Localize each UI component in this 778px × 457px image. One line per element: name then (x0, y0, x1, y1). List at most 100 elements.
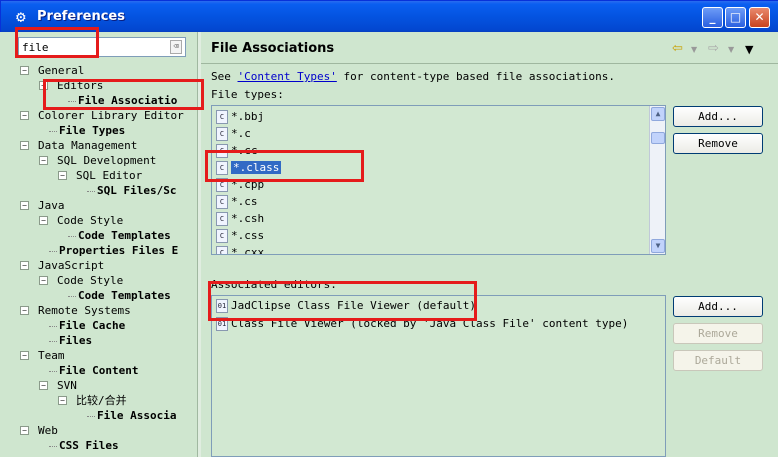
tree-collapse-icon[interactable]: − (20, 141, 29, 150)
tree-collapse-icon[interactable]: − (39, 216, 48, 225)
tree-connector (49, 251, 57, 252)
tree-collapse-icon[interactable]: − (39, 381, 48, 390)
tree-collapse-icon[interactable]: − (58, 396, 67, 405)
tree-connector (68, 236, 76, 237)
tree-connector (68, 296, 76, 297)
file-type-icon: C (216, 110, 228, 124)
file-type-label: *.c (231, 127, 251, 140)
associated-editors-list[interactable]: 01 JadClipse Class File Viewer (default) 0… (211, 295, 666, 457)
tree-item[interactable]: SVN (57, 378, 77, 393)
file-type-label: *.cxx (231, 246, 265, 255)
tree-item[interactable]: General (38, 63, 84, 78)
file-type-item[interactable]: C *.class (216, 159, 282, 176)
add-editor-button[interactable]: Add... (673, 296, 763, 317)
default-editor-button[interactable]: Default (673, 350, 763, 371)
tree-item[interactable]: Editors (57, 78, 103, 93)
maximize-button[interactable]: □ (725, 7, 746, 28)
file-type-item[interactable]: C *.css (216, 227, 264, 244)
tree-item[interactable]: Web (38, 423, 58, 438)
file-type-item[interactable]: C *.cpp (216, 176, 264, 193)
tree-collapse-icon[interactable]: − (39, 81, 48, 90)
tree-connector (49, 341, 57, 342)
file-type-label: *.cs (231, 195, 258, 208)
title-bar[interactable]: ⚙ Preferences _ □ ✕ (1, 1, 778, 33)
remove-file-type-button[interactable]: Remove (673, 133, 763, 154)
minimize-button[interactable]: _ (702, 7, 723, 28)
tree-item[interactable]: File Cache (59, 318, 125, 333)
tree-collapse-icon[interactable]: − (20, 426, 29, 435)
file-type-icon: C (216, 212, 228, 226)
tree-item[interactable]: Properties Files E (59, 243, 178, 258)
tree-collapse-icon[interactable]: − (39, 276, 48, 285)
file-type-item[interactable]: C *.cc (216, 142, 258, 159)
tree-item[interactable]: Remote Systems (38, 303, 131, 318)
tree-connector (87, 416, 95, 417)
tree-collapse-icon[interactable]: − (58, 171, 67, 180)
tree-collapse-icon[interactable]: − (20, 306, 29, 315)
tree-item[interactable]: Java (38, 198, 65, 213)
tree-item[interactable]: SQL Editor (76, 168, 142, 183)
view-menu-icon[interactable]: ▼ (745, 43, 753, 57)
file-type-icon: C (216, 229, 228, 243)
editor-item[interactable]: 01 JadClipse Class File Viewer (default) (216, 297, 476, 314)
preference-tree: − General − Editors File Associatio − Colorer … (14, 60, 198, 457)
scroll-up-icon[interactable]: ▲ (651, 107, 665, 121)
add-file-type-button[interactable]: Add... (673, 106, 763, 127)
forward-arrow-icon[interactable]: ⇨ (708, 41, 719, 56)
tree-collapse-icon[interactable]: − (20, 111, 29, 120)
file-types-scrollbar[interactable]: ▲ ▼ (649, 106, 665, 254)
forward-dropdown-icon[interactable]: ▼ (728, 45, 734, 59)
tree-item[interactable]: Code Templates (78, 228, 171, 243)
tree-collapse-icon[interactable]: − (20, 66, 29, 75)
tree-item[interactable]: Code Style (57, 273, 123, 288)
file-type-item[interactable]: C *.cxx (216, 244, 265, 255)
tree-collapse-icon[interactable]: − (39, 156, 48, 165)
file-type-label: *.bbj (231, 110, 265, 123)
file-type-icon: C (216, 246, 228, 254)
tree-item[interactable]: Code Style (57, 213, 123, 228)
clear-filter-icon[interactable]: ⌫ (170, 40, 182, 54)
tree-item[interactable]: Data Management (38, 138, 137, 153)
tree-item[interactable]: Files (59, 333, 92, 348)
back-arrow-icon[interactable]: ⇦ (672, 41, 683, 56)
tree-collapse-icon[interactable]: − (20, 201, 29, 210)
tree-connector (49, 326, 57, 327)
tree-item[interactable]: SQL Files/Sc (97, 183, 176, 198)
filter-field[interactable]: ⌫ (18, 37, 186, 57)
class-file-icon: 01 (216, 299, 228, 313)
class-file-icon: 01 (216, 317, 228, 331)
tree-item[interactable]: File Associa (97, 408, 176, 423)
file-type-label: *.class (231, 161, 282, 174)
tree-item[interactable]: Team (38, 348, 65, 363)
scroll-thumb[interactable] (651, 132, 665, 144)
tree-collapse-icon[interactable]: − (20, 261, 29, 270)
tree-item[interactable]: SQL Development (57, 153, 156, 168)
close-button[interactable]: ✕ (749, 7, 770, 28)
hint-prefix: See (211, 70, 238, 83)
file-types-list[interactable]: C *.cxx C *.css C *.csh C *.cs C *.cpp C *.class C *.… (211, 105, 666, 255)
tree-item[interactable]: File Content (59, 363, 138, 378)
content-types-link[interactable]: 'Content Types' (238, 70, 337, 83)
tree-collapse-icon[interactable]: − (20, 351, 29, 360)
file-type-item[interactable]: C *.cs (216, 193, 258, 210)
editor-item[interactable]: 01 Class File Viewer (locked by 'Java Cla… (216, 315, 628, 332)
tree-item[interactable]: Colorer Library Editor (38, 108, 184, 123)
tree-item[interactable]: JavaScript (38, 258, 104, 273)
tree-connector (49, 131, 57, 132)
tree-item[interactable]: CSS Files (59, 438, 119, 453)
tree-item[interactable]: 比较/合并 (76, 393, 127, 408)
filter-input[interactable] (19, 38, 159, 56)
file-type-item[interactable]: C *.csh (216, 210, 264, 227)
file-type-item[interactable]: C *.bbj (216, 108, 264, 125)
file-type-icon: C (216, 161, 228, 175)
tree-item[interactable]: Code Templates (78, 288, 171, 303)
content-types-hint: See 'Content Types' for content-type bas… (211, 70, 615, 83)
page-title: File Associations (211, 41, 335, 56)
tree-item[interactable]: File Types (59, 123, 125, 138)
scroll-down-icon[interactable]: ▼ (651, 239, 665, 253)
remove-editor-button[interactable]: Remove (673, 323, 763, 344)
back-dropdown-icon[interactable]: ▼ (691, 45, 697, 59)
tree-item[interactable]: File Associatio (78, 93, 177, 108)
tree-connector (68, 101, 76, 102)
file-type-item[interactable]: C *.c (216, 125, 251, 142)
